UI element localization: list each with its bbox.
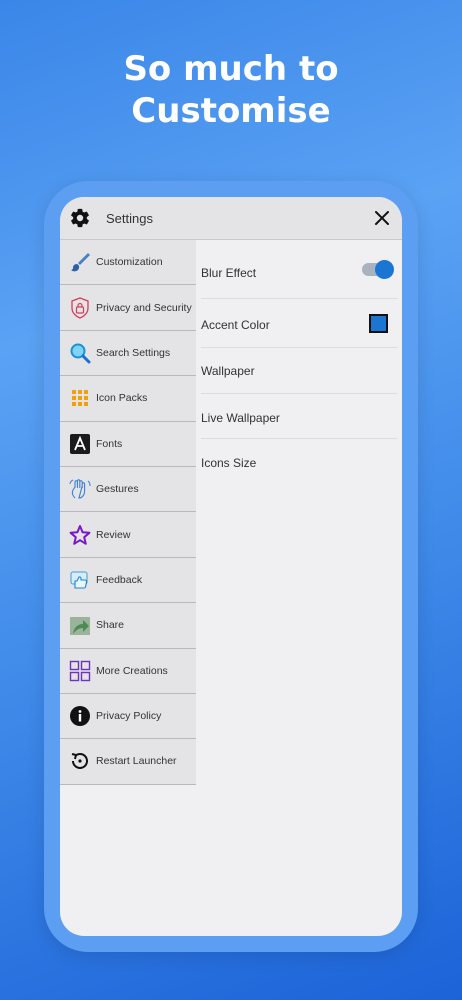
sidebar-item-review[interactable]: Review [60, 512, 196, 558]
blur-effect-toggle[interactable] [362, 260, 394, 279]
sidebar-item-label: Fonts [96, 437, 123, 450]
settings-screen: Settings Customization Privacy and Secur… [60, 197, 402, 936]
sidebar-item-label: Icon Packs [96, 392, 148, 405]
accent-color-row[interactable]: Accent Color [201, 299, 398, 348]
sidebar-item-customization[interactable]: Customization [60, 240, 196, 286]
sidebar-item-label: Customization [96, 256, 163, 269]
settings-header: Settings [60, 197, 402, 240]
wallpaper-row[interactable]: Wallpaper [201, 348, 398, 394]
sidebar-item-more-creations[interactable]: More Creations [60, 648, 196, 694]
live-wallpaper-label: Live Wallpaper [201, 411, 280, 425]
close-icon[interactable] [373, 209, 391, 227]
sidebar-item-label: More Creations [96, 664, 168, 677]
headline-line-1: So much to [123, 49, 339, 89]
sidebar-item-icon-packs[interactable]: Icon Packs [60, 376, 196, 422]
grid-dots-icon [72, 390, 88, 407]
sidebar-item-search-settings[interactable]: Search Settings [60, 330, 196, 377]
restart-icon [71, 753, 88, 770]
sidebar-item-label: Privacy and Security [96, 301, 192, 314]
font-icon [70, 433, 90, 454]
settings-sidebar: Customization Privacy and Security Searc… [60, 240, 196, 785]
sidebar-item-privacy-policy[interactable]: Privacy Policy [60, 693, 196, 740]
lock-icon [71, 296, 89, 319]
sidebar-item-share[interactable]: Share [60, 603, 196, 649]
apps-grid-icon [69, 660, 91, 681]
gear-icon [71, 208, 89, 228]
settings-content: Blur Effect Accent Color Wallpaper Live … [196, 240, 402, 484]
star-icon [69, 524, 91, 545]
paintbrush-icon [71, 253, 90, 272]
sidebar-item-label: Gestures [96, 483, 139, 496]
sidebar-item-restart-launcher[interactable]: Restart Launcher [60, 739, 196, 785]
share-arrow-icon [70, 617, 90, 636]
blur-effect-label: Blur Effect [201, 266, 257, 280]
sidebar-item-privacy-and-security[interactable]: Privacy and Security [60, 285, 196, 331]
sidebar-item-label: Search Settings [96, 346, 171, 359]
page-title: Settings [106, 211, 153, 226]
accent-color-label: Accent Color [201, 318, 270, 332]
wallpaper-label: Wallpaper [201, 364, 255, 378]
search-icon [70, 343, 91, 364]
icons-size-label: Icons Size [201, 456, 257, 470]
headline: So much to Customise [0, 48, 462, 132]
sidebar-item-label: Privacy Policy [96, 710, 162, 723]
sidebar-item-label: Share [96, 619, 125, 632]
icons-size-row[interactable]: Icons Size [201, 439, 398, 484]
toggle-knob [375, 260, 394, 279]
sidebar-item-label: Review [96, 528, 131, 541]
hand-icon [69, 479, 91, 499]
sidebar-item-fonts[interactable]: Fonts [60, 421, 196, 467]
blur-effect-row[interactable]: Blur Effect [201, 240, 398, 299]
headline-line-2: Customise [131, 91, 331, 131]
accent-color-swatch[interactable] [369, 314, 388, 333]
live-wallpaper-row[interactable]: Live Wallpaper [201, 394, 398, 439]
sidebar-item-label: Feedback [96, 573, 143, 586]
thumbs-up-icon [70, 571, 88, 589]
sidebar-item-feedback[interactable]: Feedback [60, 557, 196, 604]
sidebar-item-gestures[interactable]: Gestures [60, 466, 196, 513]
sidebar-item-label: Restart Launcher [96, 755, 177, 768]
info-icon [70, 706, 90, 727]
